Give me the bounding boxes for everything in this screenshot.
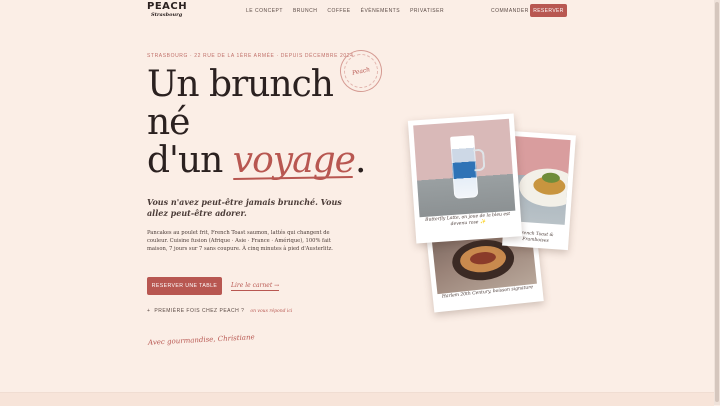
title-accent-word: voyage bbox=[232, 140, 356, 181]
nav-link-coffee[interactable]: COFFEE bbox=[327, 8, 350, 14]
hero-eyebrow: STRASBOURG · 22 RUE DE LA 1ÈRE ARMÉE · D… bbox=[147, 53, 354, 59]
next-section-edge bbox=[0, 392, 714, 406]
brand-name: PEACH bbox=[147, 1, 188, 12]
hero-subtitle: Vous n'avez peut-être jamais brunché. Vo… bbox=[147, 197, 342, 218]
plus-icon: + bbox=[147, 308, 151, 314]
top-navigation: PEACH Strasbourg LE CONCEPT BRUNCH COFFE… bbox=[0, 0, 714, 22]
nav-link-concept[interactable]: LE CONCEPT bbox=[246, 8, 283, 14]
nav-link-privatiser[interactable]: PRIVATISER bbox=[410, 8, 444, 14]
brand-logo[interactable]: PEACH Strasbourg bbox=[147, 2, 187, 18]
first-visit-note: on vous répond ici bbox=[250, 308, 293, 314]
first-visit-prompt[interactable]: + PREMIÈRE FOIS CHEZ PEACH ? on vous rép… bbox=[147, 308, 292, 314]
reserve-button[interactable]: RESERVER bbox=[530, 4, 567, 17]
nav-link-events[interactable]: ÉVÈNEMENTS bbox=[361, 8, 400, 14]
title-line-1: Un brunch bbox=[147, 64, 334, 105]
polaroid-butterfly-latte: Butterfly Latte, on joue de la bleu est … bbox=[407, 113, 523, 244]
brand-city: Strasbourg bbox=[151, 12, 183, 18]
latte-photo bbox=[413, 118, 516, 218]
arrow-right-icon: → bbox=[274, 282, 280, 289]
nav-link-brunch[interactable]: BRUNCH bbox=[293, 8, 317, 14]
hero-description: Pancakes au poulet frit, French Toast sa… bbox=[147, 230, 333, 253]
title-line-3-prefix: d'un bbox=[147, 140, 233, 181]
read-notebook-link[interactable]: Lire le carnet → bbox=[231, 282, 280, 291]
page-scrollbar[interactable] bbox=[714, 0, 720, 405]
reserve-table-button[interactable]: RESERVER UNE TABLE bbox=[147, 277, 222, 295]
scrollbar-thumb[interactable] bbox=[715, 2, 719, 402]
hero-title: Un brunch né d'un voyage. bbox=[147, 64, 366, 181]
read-notebook-label: Lire le carnet bbox=[231, 282, 273, 289]
title-line-2: né bbox=[147, 102, 190, 143]
order-link[interactable]: COMMANDER bbox=[491, 8, 529, 14]
title-suffix: . bbox=[354, 140, 366, 181]
main-menu: LE CONCEPT BRUNCH COFFEE ÉVÈNEMENTS PRIV… bbox=[246, 8, 444, 14]
latte-glass-handle bbox=[472, 148, 486, 172]
signature: Avec gourmandise, Christiane bbox=[147, 333, 255, 347]
french-toast-plate bbox=[517, 166, 571, 209]
first-visit-label: PREMIÈRE FOIS CHEZ PEACH ? bbox=[154, 308, 245, 314]
